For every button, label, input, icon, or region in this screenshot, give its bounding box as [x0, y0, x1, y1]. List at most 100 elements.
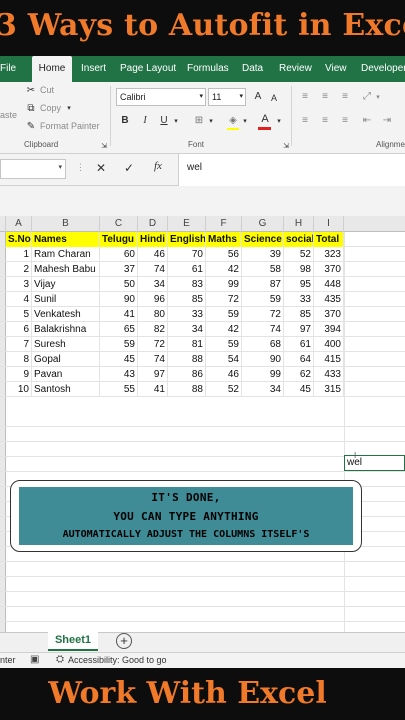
cell-name[interactable]: Gopal: [32, 352, 100, 367]
header-cell-total[interactable]: Total: [314, 232, 344, 247]
cell-science[interactable]: 68: [242, 337, 284, 352]
tab-home[interactable]: Home: [32, 56, 72, 82]
align-left-icon[interactable]: ≡: [298, 114, 312, 128]
enter-icon[interactable]: ✓: [124, 161, 134, 175]
cell-english[interactable]: 88: [168, 352, 206, 367]
header-cell-science[interactable]: Science: [242, 232, 284, 247]
cell-sno[interactable]: 6: [6, 322, 32, 337]
tab-view[interactable]: View: [325, 56, 347, 82]
cell-total[interactable]: 370: [314, 262, 344, 277]
cell-sno[interactable]: 3: [6, 277, 32, 292]
column-header-h[interactable]: H: [284, 216, 314, 232]
header-cell-name[interactable]: Names: [32, 232, 100, 247]
cell-telugu[interactable]: 90: [100, 292, 138, 307]
font-color-dropdown-icon[interactable]: ▾: [275, 115, 283, 129]
column-header-a[interactable]: A: [6, 216, 32, 232]
align-top-icon[interactable]: ≡: [298, 90, 312, 104]
cell-english[interactable]: 70: [168, 247, 206, 262]
cell-telugu[interactable]: 65: [100, 322, 138, 337]
cell-telugu[interactable]: 43: [100, 367, 138, 382]
cell-name[interactable]: Suresh: [32, 337, 100, 352]
underline-dropdown-icon[interactable]: ▾: [172, 115, 180, 129]
cell-social[interactable]: 52: [284, 247, 314, 262]
cell-maths[interactable]: 52: [206, 382, 242, 397]
cell-science[interactable]: 90: [242, 352, 284, 367]
cell-science[interactable]: 59: [242, 292, 284, 307]
cell-total[interactable]: 315: [314, 382, 344, 397]
tab-page-layout[interactable]: Page Layout: [120, 56, 176, 82]
cell-sno[interactable]: 5: [6, 307, 32, 322]
column-header-d[interactable]: D: [138, 216, 168, 232]
cell-science[interactable]: 87: [242, 277, 284, 292]
cell-total[interactable]: 435: [314, 292, 344, 307]
accessibility-icon[interactable]: ⛭: [56, 654, 64, 665]
align-center-icon[interactable]: ≡: [318, 114, 332, 128]
orientation-icon[interactable]: ⤢: [360, 90, 374, 104]
cell-maths[interactable]: 72: [206, 292, 242, 307]
cell-name[interactable]: Sunil: [32, 292, 100, 307]
cell-maths[interactable]: 56: [206, 247, 242, 262]
name-box[interactable]: ▾: [0, 159, 66, 179]
column-header-c[interactable]: C: [100, 216, 138, 232]
header-cell-sno[interactable]: S.No: [6, 232, 32, 247]
cell-name[interactable]: Balakrishna: [32, 322, 100, 337]
cell-science[interactable]: 39: [242, 247, 284, 262]
cell-english[interactable]: 86: [168, 367, 206, 382]
copy-icon[interactable]: ⧉: [24, 102, 38, 116]
italic-button[interactable]: I: [138, 114, 152, 128]
fill-color-dropdown-icon[interactable]: ▾: [241, 115, 249, 129]
grow-font-button[interactable]: A: [252, 90, 264, 104]
cell-telugu[interactable]: 37: [100, 262, 138, 277]
cancel-icon[interactable]: ✕: [96, 161, 106, 175]
clipboard-launcher-icon[interactable]: ⇲: [100, 140, 108, 154]
cell-name[interactable]: Ram Charan: [32, 247, 100, 262]
cell-total[interactable]: 433: [314, 367, 344, 382]
sheet-tab-sheet1[interactable]: Sheet1: [48, 632, 98, 651]
cell-maths[interactable]: 46: [206, 367, 242, 382]
insert-function-button[interactable]: fx: [154, 160, 162, 172]
cell-english[interactable]: 85: [168, 292, 206, 307]
tab-formulas[interactable]: Formulas: [187, 56, 229, 82]
header-cell-maths[interactable]: Maths: [206, 232, 242, 247]
cell-sno[interactable]: 10: [6, 382, 32, 397]
cell-telugu[interactable]: 50: [100, 277, 138, 292]
cell-hindi[interactable]: 34: [138, 277, 168, 292]
tab-insert[interactable]: Insert: [81, 56, 106, 82]
borders-dropdown-icon[interactable]: ▾: [207, 115, 215, 129]
cell-science[interactable]: 34: [242, 382, 284, 397]
cell-name[interactable]: Mahesh Babu: [32, 262, 100, 277]
cell-social[interactable]: 98: [284, 262, 314, 277]
header-cell-english[interactable]: English: [168, 232, 206, 247]
header-cell-social[interactable]: social: [284, 232, 314, 247]
cell-english[interactable]: 33: [168, 307, 206, 322]
font-size-box[interactable]: 11 ▾: [208, 88, 246, 106]
cell-sno[interactable]: 8: [6, 352, 32, 367]
align-middle-icon[interactable]: ≡: [318, 90, 332, 104]
cell-total[interactable]: 323: [314, 247, 344, 262]
cell-social[interactable]: 61: [284, 337, 314, 352]
cell-sno[interactable]: 7: [6, 337, 32, 352]
cut-button[interactable]: Cut: [40, 85, 54, 95]
cell-sno[interactable]: 9: [6, 367, 32, 382]
shrink-font-button[interactable]: A: [268, 91, 280, 105]
tab-file[interactable]: File: [0, 56, 16, 82]
increase-indent-icon[interactable]: ⇥: [380, 114, 394, 128]
bold-button[interactable]: B: [118, 114, 132, 128]
scissors-icon[interactable]: ✂: [24, 84, 38, 98]
copy-button[interactable]: Copy: [40, 103, 61, 113]
cell-telugu[interactable]: 41: [100, 307, 138, 322]
cell-telugu[interactable]: 60: [100, 247, 138, 262]
cell-name[interactable]: Vijay: [32, 277, 100, 292]
borders-icon[interactable]: ⊞: [192, 114, 206, 128]
cell-sno[interactable]: 4: [6, 292, 32, 307]
cell-hindi[interactable]: 74: [138, 262, 168, 277]
fill-color-icon[interactable]: ◈: [226, 114, 240, 128]
cell-total[interactable]: 370: [314, 307, 344, 322]
cell-hindi[interactable]: 82: [138, 322, 168, 337]
cell-social[interactable]: 64: [284, 352, 314, 367]
cell-maths[interactable]: 54: [206, 352, 242, 367]
cell-maths[interactable]: 42: [206, 262, 242, 277]
cell-total[interactable]: 400: [314, 337, 344, 352]
cell-social[interactable]: 97: [284, 322, 314, 337]
cell-social[interactable]: 33: [284, 292, 314, 307]
